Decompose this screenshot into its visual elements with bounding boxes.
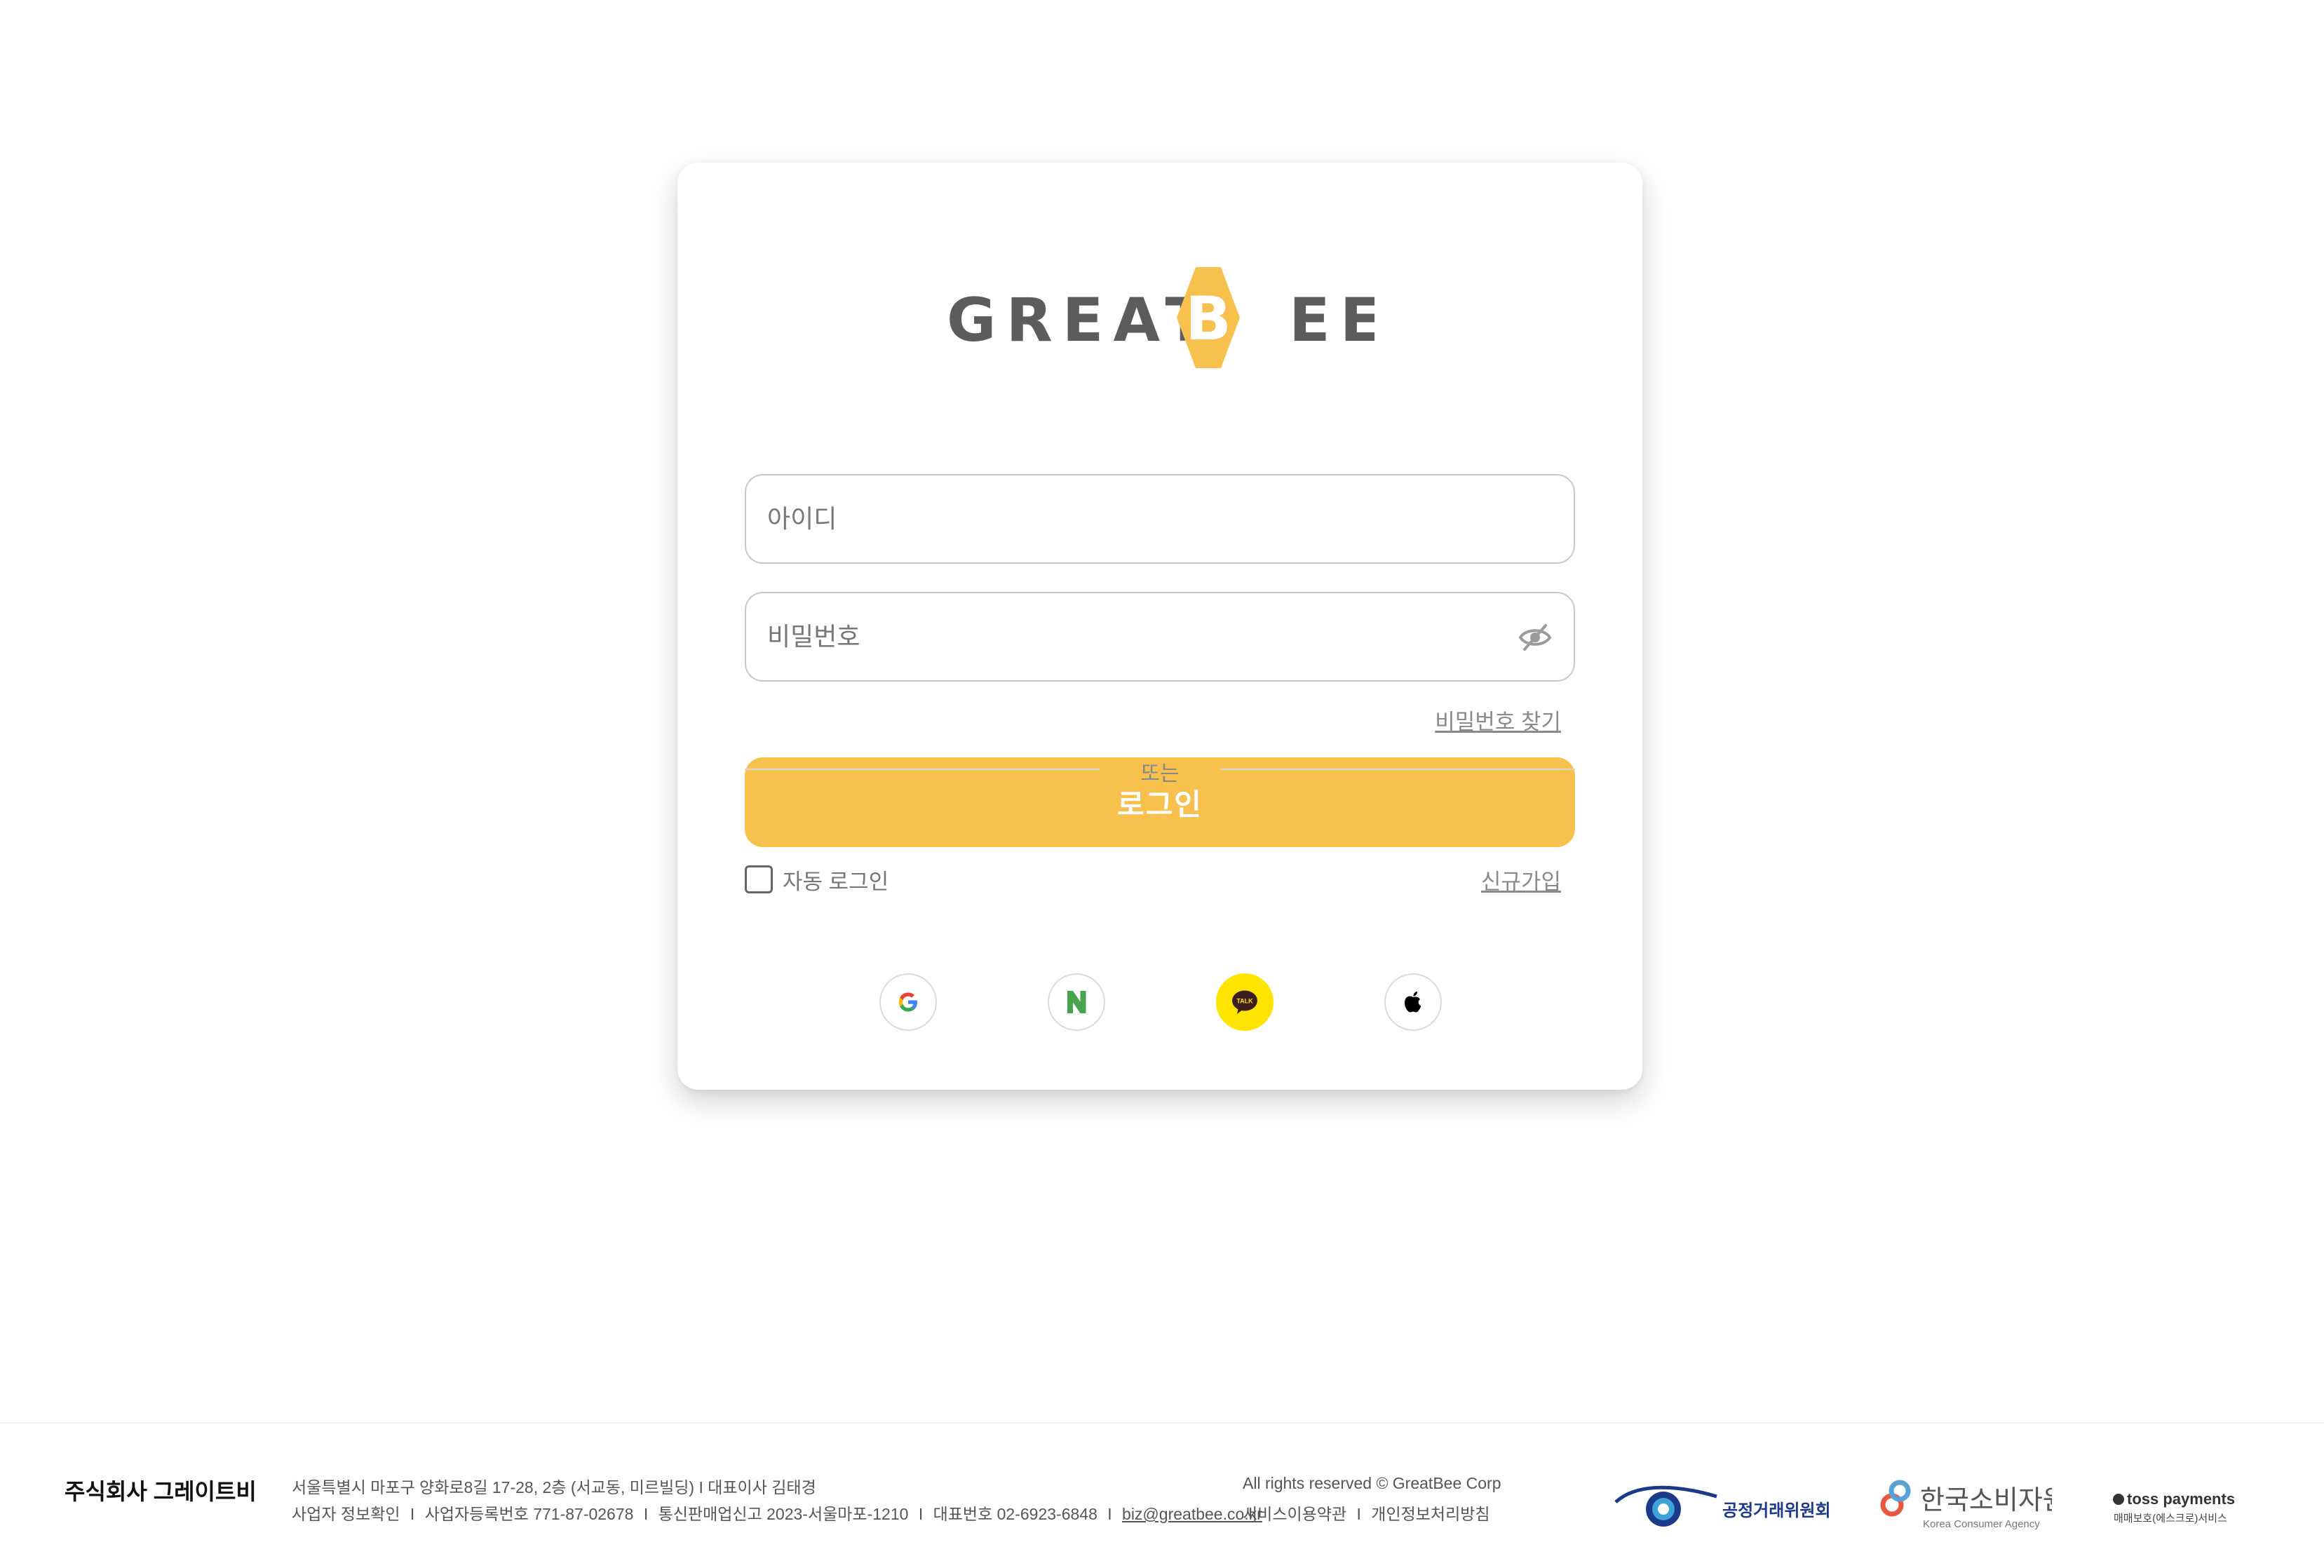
- apple-login-button[interactable]: [1384, 973, 1442, 1031]
- footer-divider: [0, 1422, 2324, 1424]
- google-login-button[interactable]: [879, 973, 937, 1031]
- auto-login-checkbox[interactable]: [745, 865, 773, 893]
- footer-separator: I: [1107, 1505, 1112, 1523]
- toss-sub: 매매보호(에스크로)서비스: [2114, 1513, 2227, 1525]
- kakao-talk-text: TALK: [1236, 998, 1253, 1005]
- footer-separator: I: [918, 1505, 924, 1523]
- terms-link[interactable]: 서비스이용약관: [1243, 1505, 1346, 1523]
- kca-badge[interactable]: 한국소비자원 Korea Consumer Agency: [1877, 1473, 2052, 1536]
- ftc-badge[interactable]: 공정거래위원회: [1613, 1475, 1837, 1532]
- kca-name: 한국소비자원: [1920, 1486, 2052, 1515]
- footer-separator: I: [410, 1505, 415, 1523]
- eye-off-icon[interactable]: [1518, 620, 1553, 655]
- footer-reg-number: 사업자등록번호 771-87-02678: [424, 1505, 634, 1523]
- footer-address: 서울특별시 마포구 양화로8길 17-28, 2층 (서교동, 미르빌딩) I …: [292, 1478, 816, 1496]
- privacy-link[interactable]: 개인정보처리방침: [1371, 1505, 1489, 1523]
- login-card: GREAT B EE 비밀번호 찾기 로그인 자동 로그인 신규가입: [677, 163, 1642, 1090]
- greatbee-logo: GREAT B EE: [947, 267, 1374, 368]
- logo-letter: B: [1185, 284, 1231, 354]
- signup-link[interactable]: 신규가입: [1481, 864, 1561, 895]
- logo-text-right: EE: [1289, 285, 1374, 356]
- password-field[interactable]: [745, 592, 1575, 682]
- find-password-link[interactable]: 비밀번호 찾기: [1435, 704, 1561, 736]
- footer-mail-order: 통신판매업신고 2023-서울마포-1210: [658, 1505, 909, 1523]
- footer-company-name: 주식회사 그레이트비: [65, 1479, 257, 1504]
- ftc-name: 공정거래위원회: [1722, 1501, 1831, 1520]
- google-icon: [898, 992, 917, 1012]
- footer-policy-links: 서비스이용약관 I 개인정보처리방침: [1243, 1501, 1490, 1525]
- divider-right: [1220, 769, 1575, 770]
- kca-sub: Korea Consumer Agency: [1923, 1518, 2040, 1530]
- naver-login-button[interactable]: [1048, 973, 1105, 1031]
- footer-separator: I: [1356, 1505, 1361, 1523]
- id-field[interactable]: [745, 474, 1575, 564]
- footer-copyright: All rights reserved © GreatBee Corp: [1243, 1474, 1501, 1492]
- kakao-login-button[interactable]: TALK: [1216, 973, 1274, 1031]
- kakaotalk-icon: TALK: [1232, 990, 1257, 1014]
- footer-phone: 대표번호 02-6923-6848: [933, 1505, 1097, 1523]
- id-input[interactable]: [767, 475, 1511, 562]
- auto-login-label: 자동 로그인: [783, 869, 889, 894]
- password-input[interactable]: [767, 593, 1511, 680]
- apple-icon: [1405, 992, 1421, 1013]
- logo-text-left: GREAT: [947, 285, 1216, 356]
- toss-name: toss payments: [2127, 1490, 2235, 1508]
- toss-payments-badge[interactable]: toss payments 매매보호(에스크로)서비스: [2111, 1485, 2251, 1527]
- footer-separator: I: [643, 1505, 649, 1523]
- auto-login-toggle[interactable]: 자동 로그인: [745, 864, 889, 895]
- footer-email-link[interactable]: biz@greatbee.co.kr: [1122, 1505, 1262, 1523]
- naver-icon: [1067, 991, 1086, 1013]
- business-info-link[interactable]: 사업자 정보확인: [292, 1505, 400, 1523]
- divider-text: 또는: [1140, 762, 1180, 785]
- divider-left: [745, 769, 1100, 770]
- footer-business-info: 사업자 정보확인 I 사업자등록번호 771-87-02678 I 통신판매업신…: [292, 1501, 1262, 1525]
